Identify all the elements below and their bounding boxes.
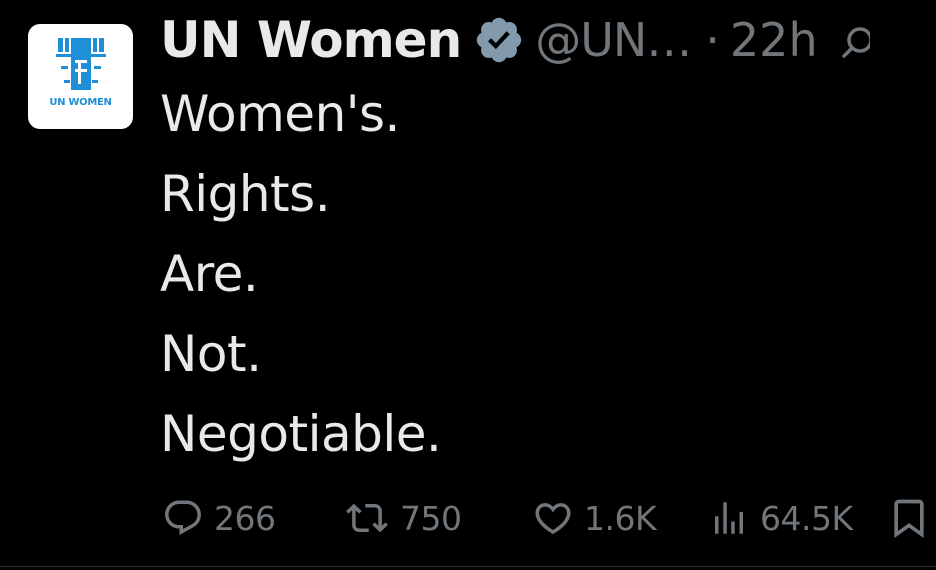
tweet-card[interactable]: UN WOMEN UN Women @UN… · 22h Women's. Ri… — [0, 0, 936, 570]
grok-icon[interactable] — [840, 20, 870, 60]
repost-icon — [346, 503, 388, 533]
views-count: 64.5K — [760, 498, 853, 538]
views-button[interactable]: 64.5K — [706, 490, 853, 546]
bookmark-icon — [894, 499, 924, 539]
like-count: 1.6K — [584, 498, 657, 538]
avatar-logo-text: UN WOMEN — [49, 97, 112, 108]
views-icon — [715, 502, 743, 534]
bookmark-button[interactable] — [886, 490, 936, 546]
tweet-line: Women's. — [160, 85, 400, 143]
tweet-line: Negotiable. — [160, 405, 442, 463]
reply-count: 266 — [214, 498, 276, 538]
reply-button[interactable]: 266 — [160, 490, 276, 546]
separator-dot: · — [705, 13, 720, 67]
repost-button[interactable]: 750 — [342, 490, 462, 546]
heart-icon — [535, 503, 571, 535]
avatar[interactable]: UN WOMEN — [28, 24, 133, 129]
repost-count: 750 — [400, 498, 462, 538]
divider — [0, 566, 936, 567]
tweet-line: Not. — [160, 325, 262, 383]
user-handle[interactable]: @UN… — [535, 13, 692, 67]
un-women-logo-icon — [56, 38, 106, 90]
timestamp[interactable]: 22h — [730, 13, 818, 67]
tweet-header: UN Women @UN… · 22h — [160, 2, 870, 78]
display-name[interactable]: UN Women — [160, 11, 462, 69]
reply-icon — [165, 500, 201, 535]
verified-badge-icon[interactable] — [473, 14, 525, 66]
tweet-line: Rights. — [160, 165, 331, 223]
tweet-line: Are. — [160, 245, 259, 303]
like-button[interactable]: 1.6K — [530, 490, 657, 546]
tweet-text: Women's. Rights. Are. Not. Negotiable. — [160, 74, 442, 474]
action-bar: 266 750 1.6K 64.5K — [160, 490, 936, 546]
